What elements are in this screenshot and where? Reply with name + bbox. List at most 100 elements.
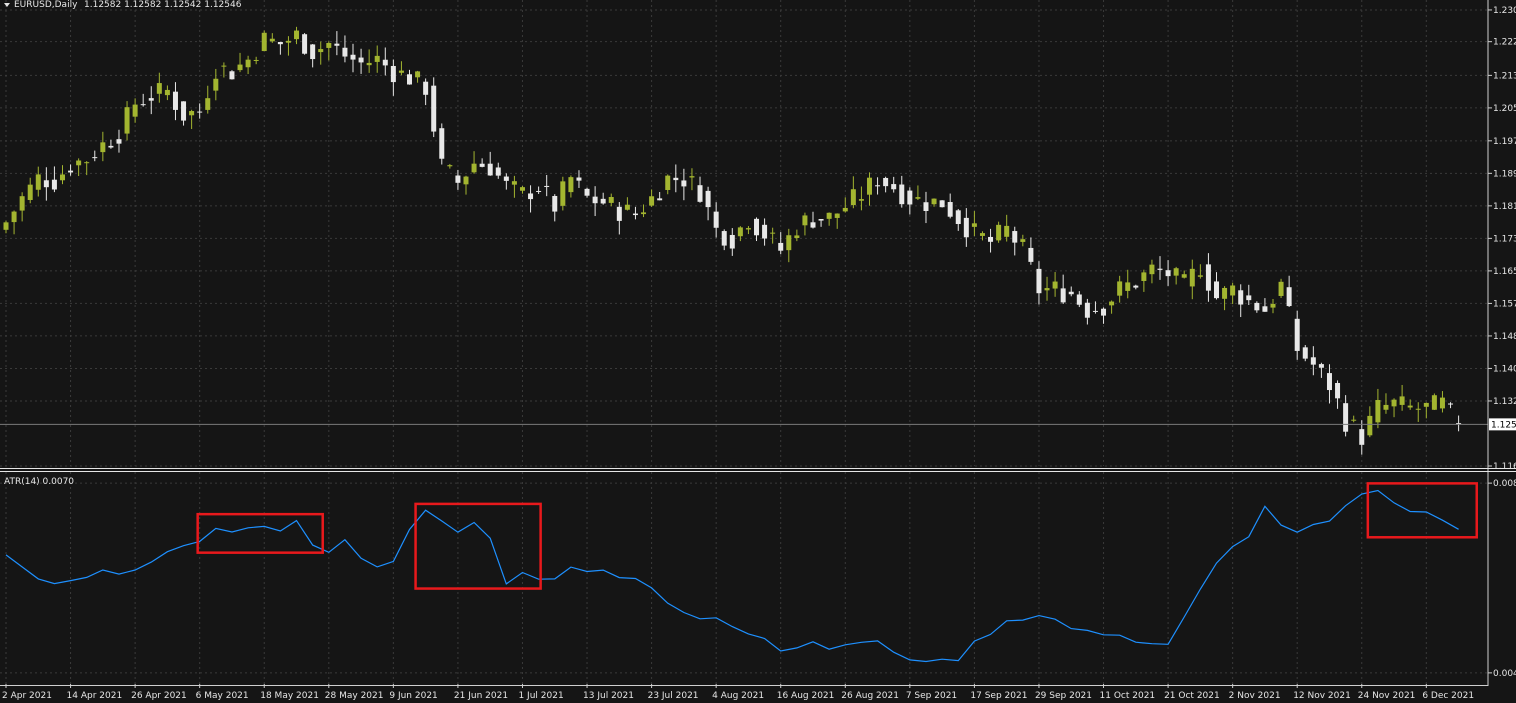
candle-body — [923, 202, 929, 211]
candle-body — [1351, 419, 1357, 421]
candle-body — [1230, 285, 1236, 296]
date-tick-label: 14 Apr 2021 — [67, 691, 123, 701]
candle-body — [140, 104, 146, 106]
candle-body — [883, 177, 889, 187]
candle-body — [221, 65, 227, 67]
candle-body — [439, 128, 445, 159]
candle-body — [19, 196, 25, 211]
candle-body — [1399, 396, 1405, 405]
price-tick-label: 1.140 — [1493, 364, 1516, 374]
candle-body — [100, 142, 106, 153]
candle-body — [1286, 287, 1292, 307]
candle-body — [172, 91, 178, 110]
price-tick-label: 1.213 — [1493, 71, 1516, 81]
candle-body — [1383, 404, 1389, 410]
atr-tick-label: 0.0043 — [1493, 669, 1516, 679]
price-tick-label: 1.197 — [1493, 137, 1516, 147]
candle-body — [1181, 274, 1187, 278]
current-price-label: 1.125 — [1491, 420, 1516, 430]
candle-body — [1375, 400, 1381, 423]
candle-body — [1133, 285, 1139, 288]
date-tick-label: 16 Aug 2021 — [777, 691, 835, 701]
candle-body — [665, 175, 671, 190]
candle-body — [1012, 231, 1018, 243]
date-tick-label: 6 May 2021 — [196, 691, 249, 701]
candle-body — [205, 98, 211, 110]
candle-body — [1076, 294, 1082, 305]
date-tick-label: 2 Nov 2021 — [1229, 691, 1281, 701]
price-tick-label: 1.173 — [1493, 234, 1516, 244]
date-tick-label: 21 Oct 2021 — [1164, 691, 1220, 701]
candle-body — [285, 40, 291, 43]
candle-body — [544, 185, 550, 187]
candle-body — [1238, 290, 1244, 305]
candle-body — [1310, 357, 1316, 365]
candle-body — [850, 189, 856, 206]
candle-body — [1004, 225, 1010, 237]
candle-body — [1109, 301, 1115, 306]
candle-body — [35, 174, 41, 190]
candle-body — [1060, 288, 1066, 303]
candle-body — [431, 85, 437, 132]
candle-body — [471, 163, 477, 173]
candle-body — [455, 175, 461, 183]
atr-tick-label: 0.008 — [1493, 479, 1516, 489]
candle-body — [891, 184, 897, 190]
candle-body — [1157, 268, 1163, 270]
candle-body — [124, 107, 130, 134]
candle-body — [1335, 383, 1341, 399]
candle-body — [1254, 302, 1260, 311]
chart-canvas[interactable]: 1.230 1.222 1.213 1.205 1.197 1.189 1.181 1.173… — [0, 0, 1516, 703]
candle-body — [310, 44, 316, 60]
candle-body — [963, 217, 969, 238]
chart-window[interactable]: 1.230 1.222 1.213 1.205 1.197 1.189 1.181 1.173… — [0, 0, 1516, 703]
candle-body — [536, 190, 542, 192]
candle-body — [11, 211, 17, 223]
ohlc-values: 1.12582 1.12582 1.12542 1.12546 — [84, 0, 242, 10]
date-tick-label: 24 Nov 2021 — [1358, 691, 1416, 701]
chart-background — [0, 0, 1516, 703]
date-tick-label: 18 May 2021 — [260, 691, 319, 701]
candle-body — [608, 197, 614, 203]
candle-body — [770, 232, 776, 234]
date-tick-label: 2 Apr 2021 — [2, 691, 52, 701]
candle-body — [1302, 347, 1308, 359]
candle-body — [1246, 295, 1252, 301]
candle-body — [754, 218, 760, 236]
atr-label: ATR(14) 0.0070 — [4, 477, 74, 487]
candle-body — [1020, 239, 1026, 242]
candle-body — [737, 227, 743, 237]
candle-body — [269, 38, 275, 42]
price-tick-label: 1.181 — [1493, 202, 1516, 212]
price-tick-label: 1.189 — [1493, 169, 1516, 179]
candle-body — [632, 213, 638, 216]
candle-body — [197, 111, 203, 113]
candle-body — [92, 157, 98, 159]
candle-body — [600, 198, 606, 204]
date-tick-label: 4 Aug 2021 — [712, 691, 764, 701]
price-tick-label: 1.132 — [1493, 397, 1516, 407]
date-tick-label: 13 Jul 2021 — [583, 691, 634, 701]
candle-body — [229, 71, 235, 80]
candle-body — [899, 184, 905, 205]
candle-body — [778, 242, 784, 251]
candle-body — [955, 210, 961, 225]
candle-body — [318, 49, 324, 53]
candle-body — [842, 207, 848, 212]
candle-body — [1294, 318, 1300, 351]
candle-body — [794, 235, 800, 238]
candle-body — [802, 215, 808, 226]
candle-body — [745, 228, 751, 230]
candle-body — [1197, 275, 1203, 277]
candle-body — [1367, 415, 1373, 436]
candle-body — [996, 224, 1002, 241]
candle-body — [407, 74, 412, 85]
candle-body — [641, 212, 647, 215]
candle-body — [1448, 403, 1454, 405]
date-tick-label: 26 Aug 2021 — [841, 691, 899, 701]
candle-body — [245, 59, 251, 68]
candle-body — [866, 177, 872, 195]
candle-body — [915, 197, 921, 199]
candle-body — [1101, 308, 1107, 316]
candle-body — [1415, 408, 1421, 410]
